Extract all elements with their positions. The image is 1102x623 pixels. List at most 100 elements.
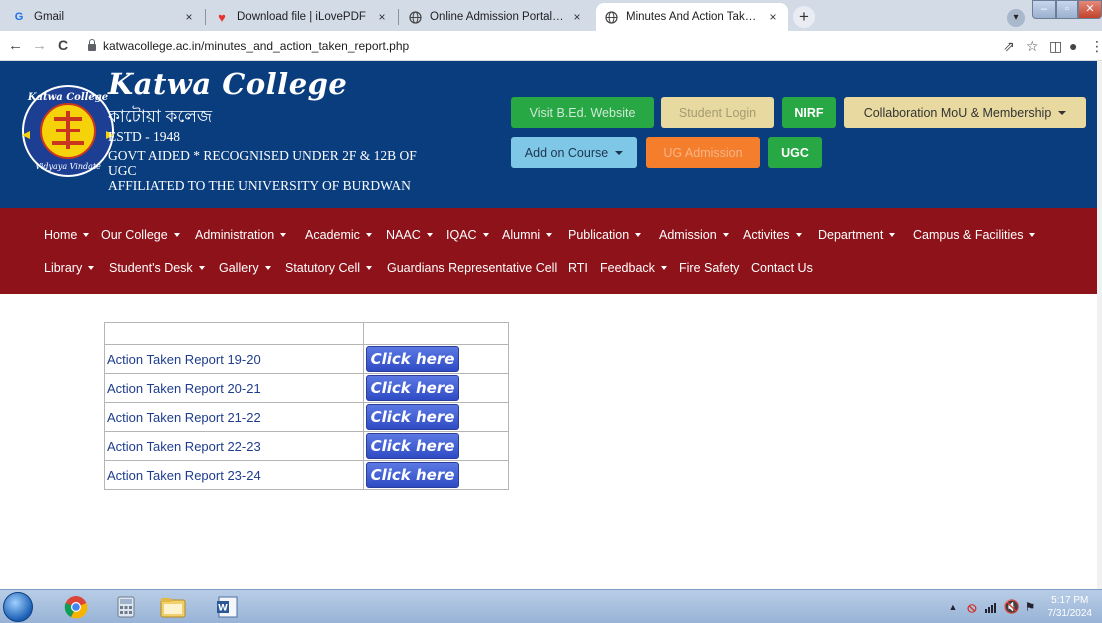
- collaboration-dropdown-button[interactable]: Collaboration MoU & Membership: [844, 97, 1086, 128]
- close-tab-icon[interactable]: ×: [375, 10, 389, 24]
- chevron-down-icon: [722, 233, 729, 237]
- action-center-flag-icon[interactable]: ⚑: [1021, 593, 1039, 621]
- action-taken-report-table: Action Taken Report 19-20 Click here Act…: [104, 322, 509, 490]
- nav-feedback[interactable]: Feedback: [600, 261, 667, 275]
- tab-admission-portal[interactable]: Online Admission Portal | Katwa C ×: [400, 3, 592, 31]
- ug-admission-button[interactable]: UG Admission: [646, 137, 760, 168]
- chevron-down-icon: [795, 233, 802, 237]
- close-tab-icon[interactable]: ×: [182, 10, 196, 24]
- nav-academic[interactable]: Academic: [305, 228, 372, 242]
- side-panel-icon[interactable]: ◫: [1049, 38, 1062, 55]
- report-label: Action Taken Report 20-21: [104, 373, 364, 403]
- nav-gallery[interactable]: Gallery: [219, 261, 271, 275]
- reload-icon[interactable]: C: [58, 37, 68, 53]
- report-cell: Click here: [363, 373, 509, 403]
- nav-campus-facilities[interactable]: Campus & Facilities: [913, 228, 1036, 242]
- click-here-button[interactable]: Click here: [366, 404, 459, 430]
- volume-muted-icon[interactable]: 🔇: [1003, 593, 1021, 621]
- chevron-down-icon: [365, 233, 372, 237]
- signal-bars-icon[interactable]: [983, 593, 1001, 621]
- nav-alumni[interactable]: Alumni: [502, 228, 553, 242]
- tab-title: Minutes And Action Taken Repor: [626, 11, 760, 23]
- nav-label: Feedback: [600, 261, 655, 275]
- nav-our-college[interactable]: Our College: [101, 228, 180, 242]
- nav-label: Guardians Representative Cell: [387, 261, 558, 275]
- profile-icon[interactable]: ●: [1069, 38, 1077, 54]
- windows-start-button[interactable]: [3, 592, 33, 622]
- estd-text: ESTD - 1948: [108, 129, 180, 144]
- share-icon[interactable]: ⇗: [1003, 38, 1015, 55]
- bookmark-star-icon[interactable]: ☆: [1026, 38, 1039, 55]
- ugc-button[interactable]: UGC: [768, 137, 822, 168]
- svg-text:W: W: [218, 604, 228, 614]
- report-label: Action Taken Report 23-24: [104, 460, 364, 490]
- nav-publication[interactable]: Publication: [568, 228, 642, 242]
- nav-department[interactable]: Department: [818, 228, 896, 242]
- add-on-course-dropdown-button[interactable]: Add on Course: [511, 137, 637, 168]
- nav-label: Academic: [305, 228, 360, 242]
- globe-icon: [408, 10, 422, 24]
- college-bengali-name: কাটোয়া কলেজ: [108, 107, 213, 126]
- nav-statutory-cell[interactable]: Statutory Cell: [285, 261, 373, 275]
- nav-label: IQAC: [446, 228, 477, 242]
- college-header: Katwa College Vidyaya Vindate Katwa Coll…: [0, 61, 1102, 208]
- menu-kebab-icon[interactable]: ⋮: [1090, 38, 1102, 55]
- close-tab-icon[interactable]: ×: [570, 10, 584, 24]
- word-taskbar-icon[interactable]: W: [212, 593, 244, 621]
- chevron-down-icon: [264, 266, 271, 270]
- nav-label: Fire Safety: [679, 261, 740, 275]
- table-row: Action Taken Report 19-20 Click here: [104, 344, 509, 374]
- nav-contact-us[interactable]: Contact Us: [751, 261, 813, 275]
- nav-label: Home: [44, 228, 78, 242]
- network-warning-icon[interactable]: ⦸: [963, 593, 981, 621]
- nav-label: Our College: [101, 228, 168, 242]
- click-here-button[interactable]: Click here: [366, 346, 459, 372]
- chevron-down-icon: [546, 233, 553, 237]
- show-hidden-icons-chevron-icon[interactable]: ▲: [946, 593, 960, 621]
- file-explorer-taskbar-icon[interactable]: [157, 593, 189, 621]
- tab-ilovepdf[interactable]: ♥ Download file | iLovePDF ×: [207, 3, 397, 31]
- nav-administration[interactable]: Administration: [195, 228, 287, 242]
- tab-title: Gmail: [34, 11, 65, 23]
- address-bar[interactable]: katwacollege.ac.in/minutes_and_action_ta…: [88, 35, 994, 57]
- calculator-taskbar-icon[interactable]: [110, 593, 142, 621]
- nav-students-desk[interactable]: Student's Desk: [109, 261, 205, 275]
- page-scrollbar[interactable]: [1097, 61, 1102, 589]
- affiliation-text: AFFILIATED TO THE UNIVERSITY OF BURDWAN: [108, 178, 411, 193]
- windows-taskbar: W ▲ ⦸ 🔇 ⚑ 5:17 PM 7/31/2024: [0, 589, 1102, 623]
- nav-admission[interactable]: Admission: [659, 228, 729, 242]
- back-arrow-icon[interactable]: ←: [8, 37, 23, 54]
- nav-label: Admission: [659, 228, 717, 242]
- close-tab-icon[interactable]: ×: [766, 10, 780, 24]
- nav-iqac[interactable]: IQAC: [446, 228, 489, 242]
- nav-fire-safety[interactable]: Fire Safety: [679, 261, 739, 275]
- click-here-button[interactable]: Click here: [366, 433, 459, 459]
- tab-search-chevron-icon[interactable]: ▾: [1007, 9, 1025, 27]
- nav-naac[interactable]: NAAC: [386, 228, 433, 242]
- click-here-button[interactable]: Click here: [366, 462, 459, 488]
- window-maximize-button[interactable]: ▫: [1056, 0, 1078, 19]
- college-logo-icon: Katwa College Vidyaya Vindate: [22, 85, 114, 177]
- window-minimize-button[interactable]: –: [1032, 0, 1056, 19]
- student-login-button[interactable]: Student Login: [661, 97, 774, 128]
- tab-minutes-report[interactable]: Minutes And Action Taken Repor ×: [596, 3, 788, 31]
- chrome-taskbar-icon[interactable]: [60, 593, 92, 621]
- nav-guardians-representative-cell[interactable]: Guardians Representative Cell: [387, 261, 557, 275]
- click-here-button[interactable]: Click here: [366, 375, 459, 401]
- table-header-cell: [363, 322, 509, 345]
- tab-gmail[interactable]: G Gmail ×: [4, 3, 204, 31]
- nav-home[interactable]: Home: [44, 228, 90, 242]
- table-header-cell: [104, 322, 364, 345]
- window-close-button[interactable]: ✕: [1078, 0, 1102, 19]
- chevron-down-icon: [198, 266, 205, 270]
- system-clock[interactable]: 5:17 PM 7/31/2024: [1048, 594, 1093, 620]
- nirf-button[interactable]: NIRF: [782, 97, 836, 128]
- screen: G Gmail × ♥ Download file | iLovePDF × O…: [0, 0, 1102, 623]
- nav-library[interactable]: Library: [44, 261, 95, 275]
- nav-rti[interactable]: RTI: [568, 261, 588, 275]
- visit-bed-website-button[interactable]: Visit B.Ed. Website: [511, 97, 654, 128]
- new-tab-button[interactable]: +: [793, 6, 815, 28]
- chevron-down-icon: [615, 150, 624, 155]
- forward-arrow-icon[interactable]: →: [32, 37, 47, 54]
- nav-activites[interactable]: Activites: [743, 228, 802, 242]
